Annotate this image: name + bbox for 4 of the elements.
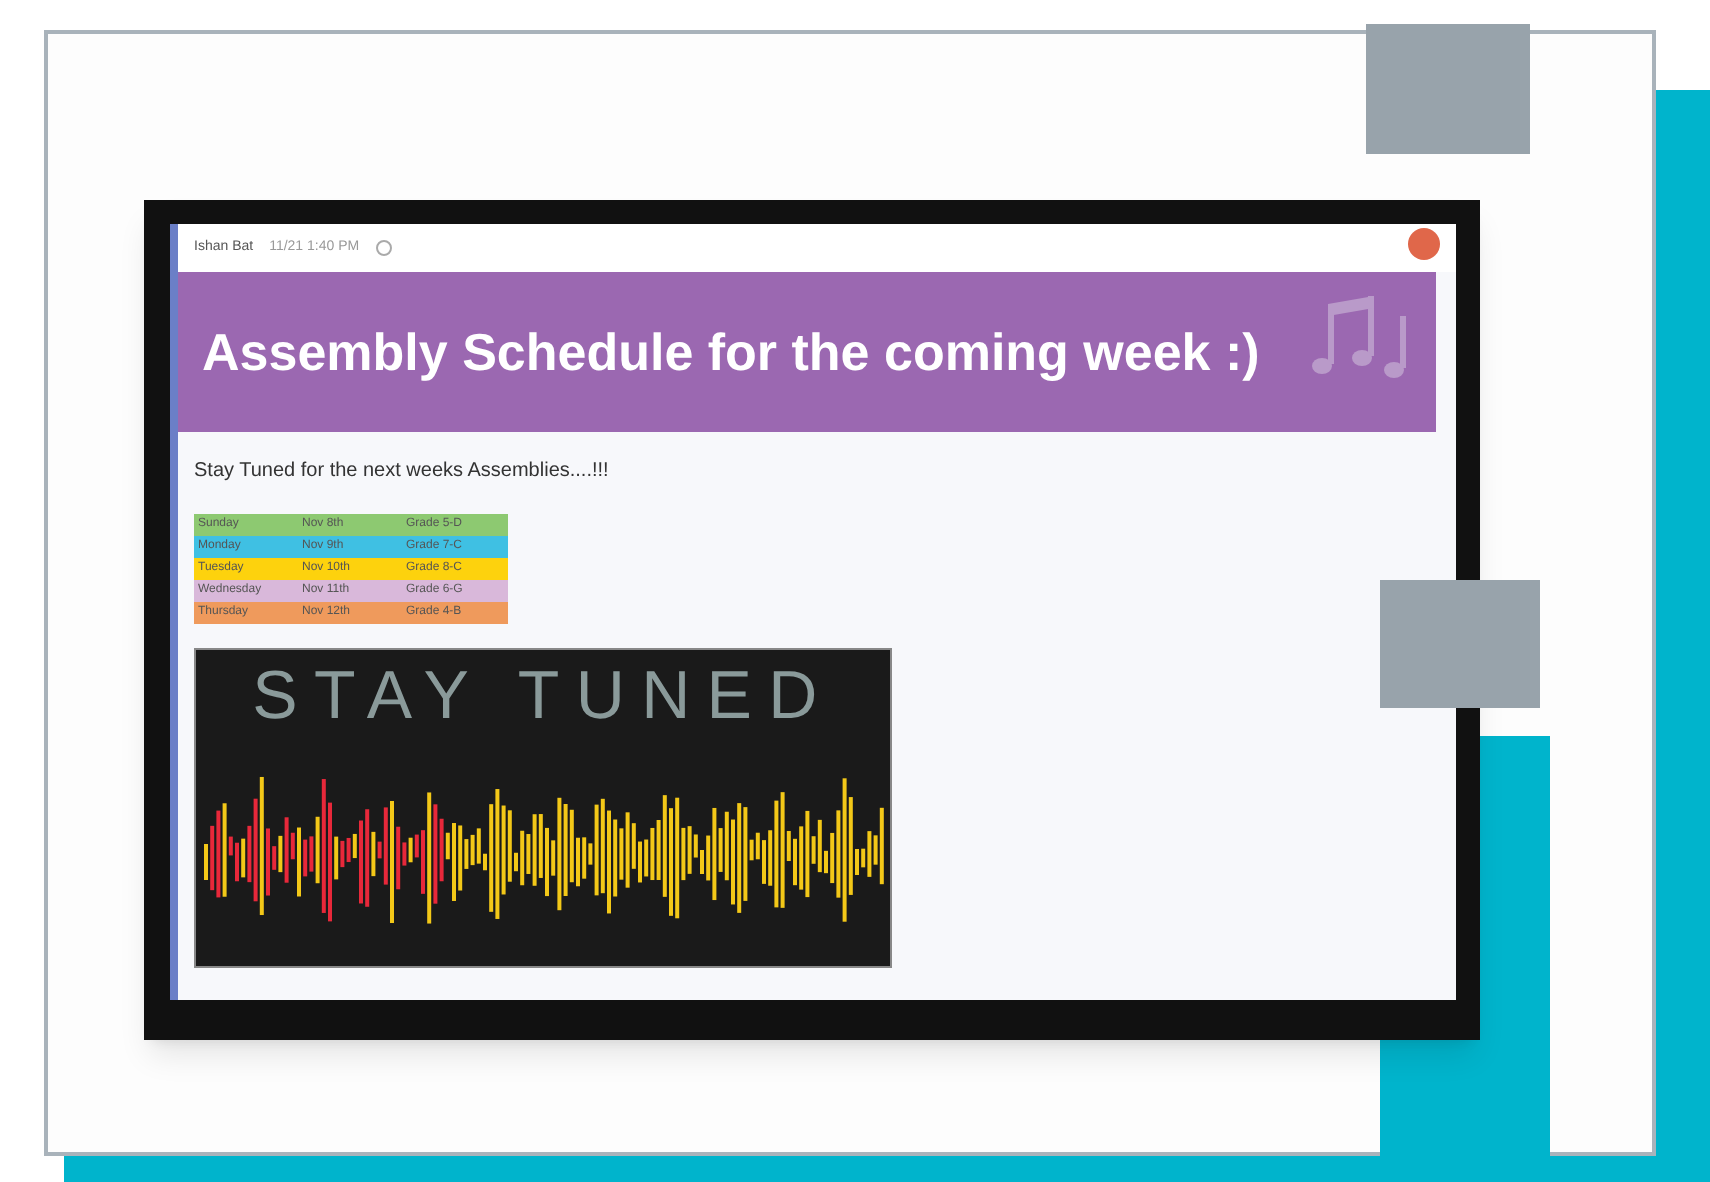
avatar[interactable] (1408, 228, 1440, 260)
poster-heading: STAY TUNED (252, 662, 834, 730)
banner-title: Assembly Schedule for the coming week :) (202, 319, 1260, 385)
message-text: Stay Tuned for the next weeks Assemblies....!!! (194, 458, 611, 486)
